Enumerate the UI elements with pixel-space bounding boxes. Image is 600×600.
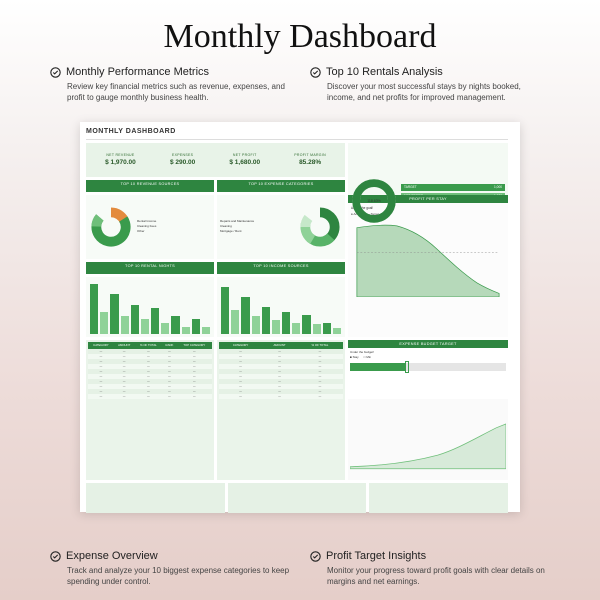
feature-desc: Discover your most successful stays by n… (310, 82, 550, 104)
feature-expense: Expense Overview Track and analyze your … (50, 550, 290, 588)
table-row: ——— (219, 394, 343, 399)
kpi-bar: NET REVENUE$ 1,970.00 EXPENSES$ 290.00 N… (86, 143, 345, 177)
feature-rentals: Top 10 Rentals Analysis Discover your mo… (310, 66, 550, 104)
donut-legend: Rental IncomeCleaning FeesOther (137, 219, 211, 233)
kpi-expenses: EXPENSES$ 290.00 (170, 153, 195, 166)
donut-expense: Repairs and MaintenanceCleaningMortgage … (217, 195, 345, 259)
kpi-net-revenue: NET REVENUE$ 1,970.00 (105, 153, 136, 166)
cumulative-profit (348, 399, 508, 480)
bar-income (217, 277, 345, 337)
feature-profit-targets: Profit Target Insights Monitor your prog… (310, 550, 550, 588)
kpi-net-profit: NET PROFIT$ 1,680.00 (229, 153, 260, 166)
donut-legend: Repairs and MaintenanceCleaningMortgage … (220, 219, 294, 233)
check-icon (50, 67, 61, 78)
feature-metrics: Monthly Performance Metrics Review key f… (50, 66, 290, 104)
features-top: Monthly Performance Metrics Review key f… (0, 66, 600, 114)
bar1-header: TOP 10 RENTAL NIGHTS (86, 262, 214, 274)
features-bottom: Expense Overview Track and analyze your … (0, 550, 600, 588)
budget-target: EXPENSE BUDGET TARGET Under the budget! … (348, 340, 508, 396)
data-table-right: CATEGORYAMOUNT% OF TOTAL ——— ——— ——— ———… (217, 340, 345, 480)
check-icon (310, 67, 321, 78)
feature-title: Profit Target Insights (326, 550, 426, 562)
feature-desc: Monitor your progress toward profit goal… (310, 566, 550, 588)
feature-desc: Review key financial metrics such as rev… (50, 82, 290, 104)
dashboard-title: MONTHLY DASHBOARD (86, 128, 508, 140)
profit-ring: 118.63% (351, 178, 397, 224)
feature-desc: Track and analyze your 10 biggest expens… (50, 566, 290, 588)
bar2-header: TOP 10 INCOME SOURCES (217, 262, 345, 274)
check-icon (50, 551, 61, 562)
dashboard-screenshot: MONTHLY DASHBOARD NET REVENUE$ 1,970.00 … (80, 122, 520, 512)
feature-title: Top 10 Rentals Analysis (326, 66, 443, 78)
footer-row (86, 483, 508, 513)
feature-title: Expense Overview (66, 550, 158, 562)
feature-title: Monthly Performance Metrics (66, 66, 209, 78)
table-row: ————— (88, 394, 212, 399)
budget-bar (350, 363, 506, 371)
donut1-header: TOP 10 REVENUE SOURCES (86, 180, 214, 192)
page-title: Monthly Dashboard (0, 0, 600, 66)
area-chart (351, 217, 505, 297)
data-table-left: CATEGORYAMOUNT% OF TOTALRANKTOP CATEGORY… (86, 340, 214, 480)
kpi-margin: PROFIT MARGIN85.28% (294, 153, 326, 166)
check-icon (310, 551, 321, 562)
lower-right-col: EXPENSE BUDGET TARGET Under the budget! … (348, 340, 508, 480)
donut-revenue: Rental IncomeCleaning FeesOther (86, 195, 214, 259)
donut2-header: TOP 10 EXPENSE CATEGORIES (217, 180, 345, 192)
bar-rental-nights (86, 277, 214, 337)
target-row: TARGET1,000 (401, 184, 505, 191)
